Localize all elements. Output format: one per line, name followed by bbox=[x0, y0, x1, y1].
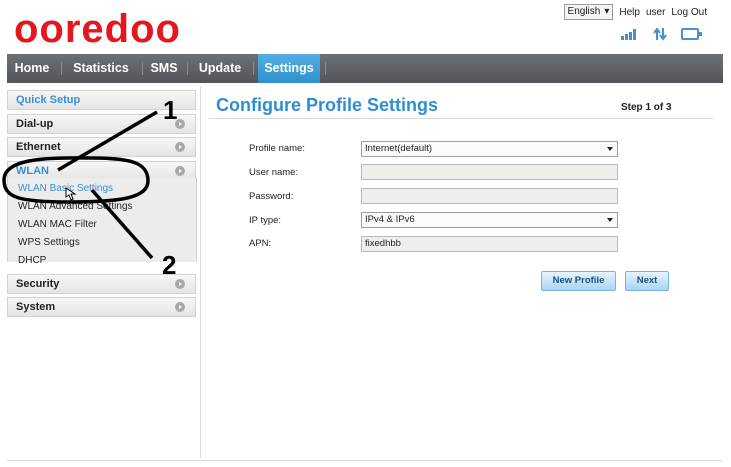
annotation-number-2: 2 bbox=[162, 250, 177, 280]
annotation-overlay bbox=[2, 110, 158, 260]
annotation-ellipse bbox=[2, 156, 150, 204]
annotation-line-1 bbox=[57, 110, 158, 172]
cursor-icon bbox=[65, 187, 77, 201]
annotation-number-1: 1 bbox=[163, 95, 178, 125]
